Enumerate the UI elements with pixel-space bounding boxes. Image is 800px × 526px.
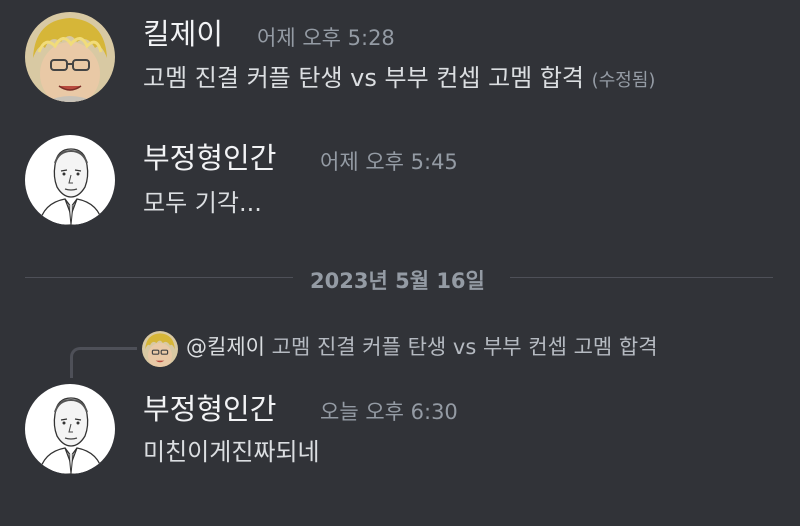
message-timestamp: 어제 오후 5:28 (257, 26, 395, 50)
author-name[interactable]: 부정형인간 (143, 144, 276, 173)
divider-line-right (510, 277, 773, 278)
reply-connector (70, 347, 137, 378)
edited-label: (수정됨) (591, 70, 656, 91)
divider-line-left (25, 277, 293, 278)
date-divider: 2023년 5월 16일 (25, 262, 773, 293)
chat-messages: 킬제이 어제 오후 5:28 고멤 진결 커플 탄생 vs 부부 컨셉 고멤 합… (0, 0, 800, 526)
author-name[interactable]: 부정형인간 (143, 395, 276, 424)
author-name[interactable]: 킬제이 (143, 20, 223, 49)
message-text: 고멤 진결 커플 탄생 vs 부부 컨셉 고멤 합격 (수정됨) (143, 66, 655, 90)
reply-avatar[interactable] (142, 331, 178, 367)
message-text: 미친이게진짜되네 (143, 438, 320, 466)
divider-date: 2023년 5월 16일 (310, 269, 485, 293)
sketch-man-avatar[interactable] (25, 384, 115, 474)
message-text: 모두 기각... (143, 189, 262, 217)
message-body: 고멤 진결 커플 탄생 vs 부부 컨셉 고멤 합격 (143, 64, 585, 92)
reply-preview[interactable]: @킬제이 고멤 진결 커플 탄생 vs 부부 컨셉 고멤 합격 (186, 337, 658, 358)
blonde-avatar[interactable] (25, 12, 115, 102)
sketch-man-avatar[interactable] (25, 135, 115, 225)
message-timestamp: 오늘 오후 6:30 (320, 400, 458, 424)
reply-text: 고멤 진결 커플 탄생 vs 부부 컨셉 고멤 합격 (271, 335, 658, 359)
reply-mention[interactable]: @킬제이 (186, 335, 265, 359)
message-timestamp: 어제 오후 5:45 (320, 150, 458, 174)
